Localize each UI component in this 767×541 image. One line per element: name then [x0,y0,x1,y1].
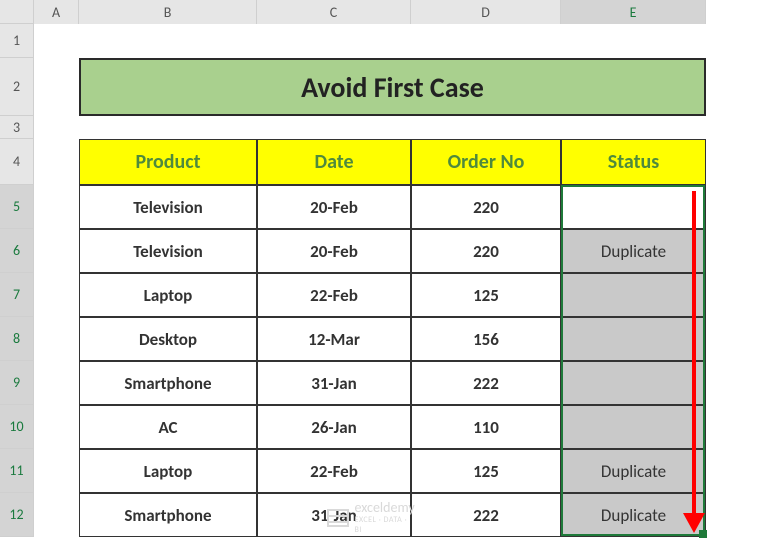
cell-order[interactable]: 110 [411,405,561,449]
spreadsheet: ABCDE 123456789101112 Avoid First Case P… [0,0,767,541]
row-header-2[interactable]: 2 [0,58,34,116]
header-date[interactable]: Date [257,139,411,185]
cell-product[interactable]: Smartphone [79,361,257,405]
row-headers: 123456789101112 [0,24,34,537]
cell-status[interactable] [561,273,706,317]
cell-order[interactable]: 125 [411,449,561,493]
page-title: Avoid First Case [79,58,706,116]
cell-date[interactable]: 22-Feb [257,449,411,493]
header-order[interactable]: Order No [411,139,561,185]
row-header-6[interactable]: 6 [0,229,34,273]
col-header-d[interactable]: D [411,0,561,24]
cell-status[interactable] [561,361,706,405]
arrow-head-icon [683,513,705,533]
cell-date[interactable]: 12-Mar [257,317,411,361]
column-headers: ABCDE [34,0,706,24]
header-status[interactable]: Status [561,139,706,185]
row-header-10[interactable]: 10 [0,405,34,449]
arrow-annotation [692,191,696,517]
cell-date[interactable]: 20-Feb [257,229,411,273]
header-product[interactable]: Product [79,139,257,185]
row-header-11[interactable]: 11 [0,449,34,493]
cell-date[interactable]: 31-Jan [257,361,411,405]
cell-status[interactable] [561,317,706,361]
cell-order[interactable]: 125 [411,273,561,317]
row-header-7[interactable]: 7 [0,273,34,317]
title-text: Avoid First Case [301,70,484,105]
row-header-5[interactable]: 5 [0,185,34,229]
cell-date[interactable]: 26-Jan [257,405,411,449]
cell-order[interactable]: 220 [411,185,561,229]
cell-status[interactable]: Duplicate [561,449,706,493]
cell-product[interactable]: Television [79,229,257,273]
row-header-3[interactable]: 3 [0,116,34,139]
cell-product[interactable]: Smartphone [79,493,257,537]
col-header-b[interactable]: B [79,0,257,24]
cell-product[interactable]: Desktop [79,317,257,361]
cell-order[interactable]: 156 [411,317,561,361]
cell-product[interactable]: Laptop [79,449,257,493]
cell-order[interactable]: 220 [411,229,561,273]
row-header-12[interactable]: 12 [0,493,34,537]
cell-date[interactable]: 20-Feb [257,185,411,229]
row-header-9[interactable]: 9 [0,361,34,405]
watermark-logo-icon [327,509,349,527]
cell-product[interactable]: Laptop [79,273,257,317]
cell-product[interactable]: Television [79,185,257,229]
col-header-e[interactable]: E [561,0,706,24]
cell-status[interactable]: Duplicate [561,229,706,273]
cell-date[interactable]: 22-Feb [257,273,411,317]
row-header-8[interactable]: 8 [0,317,34,361]
row-header-4[interactable]: 4 [0,139,34,185]
cell-status[interactable] [561,185,706,229]
cell-product[interactable]: AC [79,405,257,449]
col-header-c[interactable]: C [257,0,411,24]
cell-order[interactable]: 222 [411,493,561,537]
watermark: exceldemy EXCEL · DATA · BI [327,501,415,535]
cell-order[interactable]: 222 [411,361,561,405]
row-header-1[interactable]: 1 [0,24,34,58]
watermark-sub: EXCEL · DATA · BI [355,515,416,535]
select-all-corner[interactable] [0,0,34,24]
cell-status[interactable] [561,405,706,449]
col-header-a[interactable]: A [34,0,79,24]
watermark-main: exceldemy [355,501,416,515]
